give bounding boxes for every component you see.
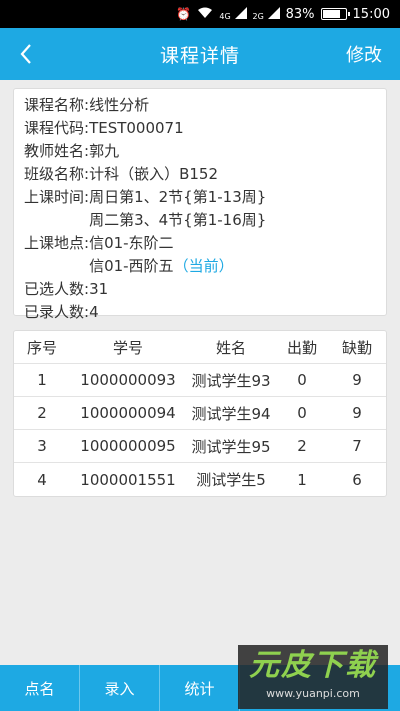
tab-statistics[interactable]: 统计: [160, 665, 240, 711]
student-table: 序号 学号 姓名 出勤 缺勤 1 1000000093 测试学生93 0 9 2…: [13, 330, 387, 497]
cell-attendance: 1: [297, 470, 307, 489]
edit-button[interactable]: 修改: [346, 28, 382, 80]
clock-time: 15:00: [352, 6, 390, 22]
watermark: 元皮下载 www.yuanpi.com: [238, 645, 388, 709]
recorded-count-value: 4: [89, 303, 99, 321]
cell-index: 2: [37, 404, 47, 422]
header-name: 姓名: [215, 338, 246, 357]
cell-name: 测试学生94: [191, 404, 271, 423]
table-row[interactable]: 1 1000000093 测试学生93 0 9: [14, 364, 386, 397]
back-button[interactable]: [8, 28, 44, 80]
header-attendance: 出勤: [286, 338, 317, 357]
location-label: 上课地点:: [24, 234, 90, 252]
time-row: 上课时间: 周日第1、2节{第1-13周} 周二第3、4节{第1-16周}: [24, 186, 376, 232]
table-row[interactable]: 3 1000000095 测试学生95 2 7: [14, 430, 386, 463]
cell-student-id: 1000000095: [80, 437, 176, 455]
wifi-icon: [197, 7, 213, 22]
time-value-2: 周二第3、4节{第1-16周}: [89, 211, 267, 229]
teacher-row: 教师姓名: 郭九: [24, 140, 376, 163]
location-value-2-text: 信01-西阶五: [89, 257, 174, 275]
signal-4g-icon: 4G: [219, 6, 247, 22]
current-location-tag: （当前）: [173, 257, 234, 275]
course-code-row: 课程代码: TEST000071: [24, 117, 376, 140]
selected-count-label: 已选人数:: [24, 280, 90, 298]
cell-absence: 9: [352, 404, 362, 422]
chevron-left-icon: [20, 44, 31, 64]
alarm-icon: ⏰: [176, 7, 192, 21]
cell-attendance: 0: [297, 404, 307, 422]
header-index: 序号: [26, 338, 57, 357]
time-label: 上课时间:: [24, 188, 90, 206]
course-info-card: 课程名称: 线性分析 课程代码: TEST000071 教师姓名: 郭九 班级名…: [13, 88, 387, 321]
tab-entry[interactable]: 录入: [80, 665, 160, 711]
selected-count-value: 31: [89, 280, 109, 298]
location-row: 上课地点: 信01-东阶二 信01-西阶五（当前）: [24, 232, 376, 278]
header-absence: 缺勤: [341, 338, 372, 357]
course-code-label: 课程代码:: [24, 119, 90, 137]
table-row[interactable]: 2 1000000094 测试学生94 0 9: [14, 397, 386, 430]
cell-absence: 9: [352, 371, 362, 389]
table-header: 序号 学号 姓名 出勤 缺勤: [14, 331, 386, 364]
cell-index: 1: [37, 371, 47, 389]
recorded-count-label: 已录人数:: [24, 303, 90, 321]
cell-name: 测试学生5: [196, 471, 266, 489]
cell-name: 测试学生95: [191, 437, 271, 456]
cell-absence: 7: [352, 437, 362, 455]
tab-roll-call[interactable]: 点名: [0, 665, 80, 711]
teacher-label: 教师姓名:: [24, 142, 90, 160]
location-value-2: 信01-西阶五（当前）: [89, 255, 234, 278]
class-value: 计科（嵌入）B152: [89, 165, 218, 183]
course-name-value: 线性分析: [89, 96, 150, 114]
teacher-value: 郭九: [89, 142, 120, 160]
cell-attendance: 0: [297, 371, 307, 389]
class-label: 班级名称:: [24, 165, 90, 183]
course-code-value: TEST000071: [89, 119, 184, 137]
cell-name: 测试学生93: [191, 371, 271, 390]
recorded-count-row: 已录人数: 4: [24, 301, 376, 324]
signal-4g-label: 4G: [219, 11, 231, 21]
signal-2g-label: 2G: [252, 11, 264, 21]
location-value-1: 信01-东阶二: [89, 234, 174, 252]
course-name-label: 课程名称:: [24, 96, 90, 114]
page-title: 课程详情: [159, 44, 240, 67]
battery-percent: 83%: [285, 6, 315, 22]
watermark-url: www.yuanpi.com: [266, 687, 360, 700]
cell-absence: 6: [352, 470, 362, 489]
navbar: 课程详情 修改: [0, 28, 400, 80]
cell-student-id: 1000001551: [80, 470, 176, 489]
battery-icon: [320, 8, 350, 20]
signal-2g-icon: 2G: [252, 6, 280, 22]
header-student-id: 学号: [112, 338, 143, 357]
cell-attendance: 2: [297, 437, 307, 455]
time-value-1: 周日第1、2节{第1-13周}: [89, 188, 267, 206]
course-name-row: 课程名称: 线性分析: [24, 94, 376, 117]
watermark-logo: 元皮下载: [249, 648, 377, 683]
selected-count-row: 已选人数: 31: [24, 278, 376, 301]
cell-index: 3: [37, 437, 47, 455]
cell-student-id: 1000000093: [80, 371, 176, 389]
status-bar: ⏰ 4G 2G 83% 15:00: [0, 0, 400, 28]
table-row[interactable]: 4 1000001551 测试学生5 1 6: [14, 463, 386, 496]
class-row: 班级名称: 计科（嵌入）B152: [24, 163, 376, 186]
cell-index: 4: [37, 470, 47, 489]
cell-student-id: 1000000094: [80, 404, 176, 422]
